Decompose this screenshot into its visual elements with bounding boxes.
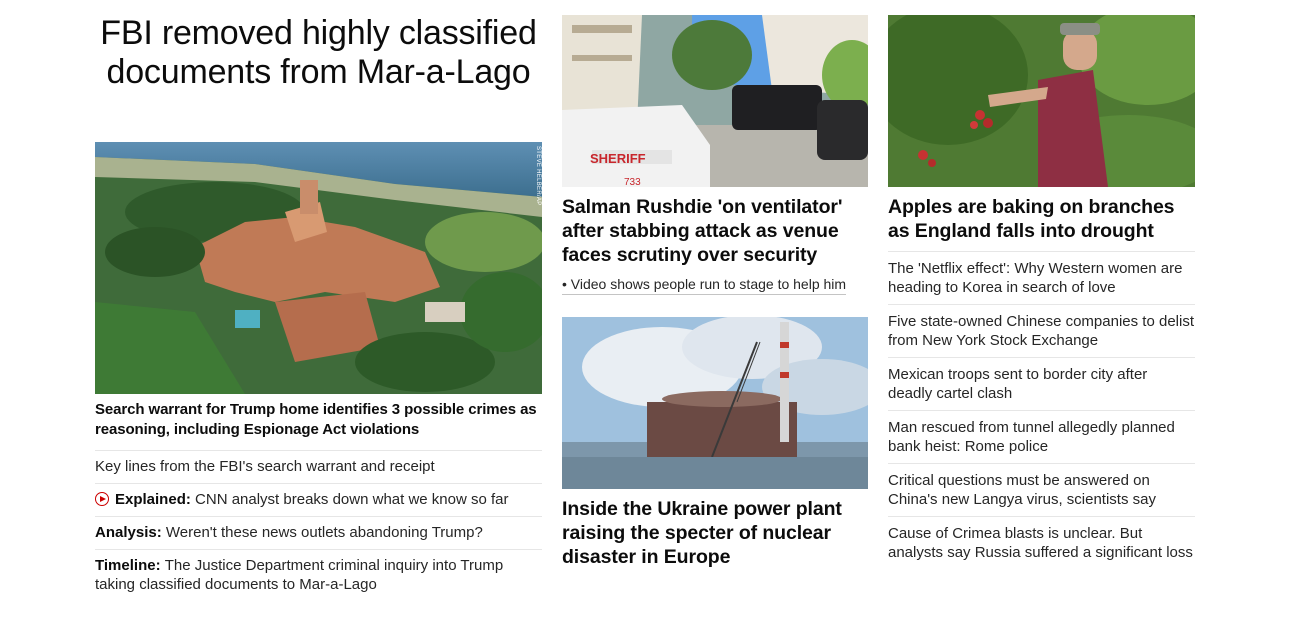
sheriff-car-image: SHERIFF 733 — [562, 15, 868, 187]
list-item[interactable]: Analysis: Weren't these news outlets aba… — [95, 516, 542, 549]
list-item[interactable]: Mexican troops sent to border city after… — [888, 357, 1195, 410]
rushdie-venue-photo[interactable]: SHERIFF 733 — [562, 15, 868, 187]
top-story-column: FBI removed highly classified documents … — [95, 10, 542, 593]
play-icon — [95, 492, 109, 506]
list-item-label: Explained: — [115, 491, 191, 508]
main-headline[interactable]: FBI removed highly classified documents … — [95, 14, 542, 92]
list-item[interactable]: The 'Netflix effect': Why Western women … — [888, 251, 1195, 304]
mar-a-lago-photo[interactable]: STEVE HELBER/AP — [95, 142, 542, 394]
related-links-list: Key lines from the FBI's search warrant … — [95, 450, 542, 601]
apples-headline[interactable]: Apples are baking on branches as England… — [888, 195, 1195, 243]
list-item[interactable]: Five state-owned Chinese companies to de… — [888, 304, 1195, 357]
power-plant-image — [562, 317, 868, 489]
apple-tree-image — [888, 15, 1195, 187]
center-column: SHERIFF 733 Salman Rushdie 'on ventilato… — [562, 15, 868, 569]
lead-story-link[interactable]: Search warrant for Trump home identifies… — [95, 400, 542, 440]
more-stories-list: The 'Netflix effect': Why Western women … — [888, 251, 1195, 569]
rushdie-video-link[interactable]: • Video shows people run to stage to hel… — [562, 275, 847, 295]
list-item[interactable]: Cause of Crimea blasts is unclear. But a… — [888, 516, 1195, 569]
right-column: Apples are baking on branches as England… — [888, 15, 1195, 569]
apples-photo[interactable] — [888, 15, 1195, 187]
list-item[interactable]: Explained: CNN analyst breaks down what … — [95, 483, 542, 516]
photo-credit: STEVE HELBER/AP — [535, 146, 541, 206]
list-item-text: Weren't these news outlets abandoning Tr… — [165, 524, 483, 541]
list-item-text: CNN analyst breaks down what we know so … — [195, 491, 509, 508]
list-item[interactable]: Timeline: The Justice Department crimina… — [95, 549, 542, 601]
sheriff-text: SHERIFF — [590, 151, 646, 166]
list-item[interactable]: Man rescued from tunnel allegedly planne… — [888, 410, 1195, 463]
mar-a-lago-image — [95, 142, 542, 394]
ukraine-headline[interactable]: Inside the Ukraine power plant raising t… — [562, 497, 868, 569]
list-item[interactable]: Critical questions must be answered on C… — [888, 463, 1195, 516]
ukraine-plant-photo[interactable] — [562, 317, 868, 489]
list-item-text: Key lines from the FBI's search warrant … — [95, 458, 435, 475]
list-item-label: Analysis: — [95, 524, 162, 541]
car-number: 733 — [624, 177, 641, 187]
rushdie-headline[interactable]: Salman Rushdie 'on ventilator' after sta… — [562, 195, 868, 267]
list-item-label: Timeline: — [95, 557, 161, 574]
list-item[interactable]: Key lines from the FBI's search warrant … — [95, 450, 542, 483]
